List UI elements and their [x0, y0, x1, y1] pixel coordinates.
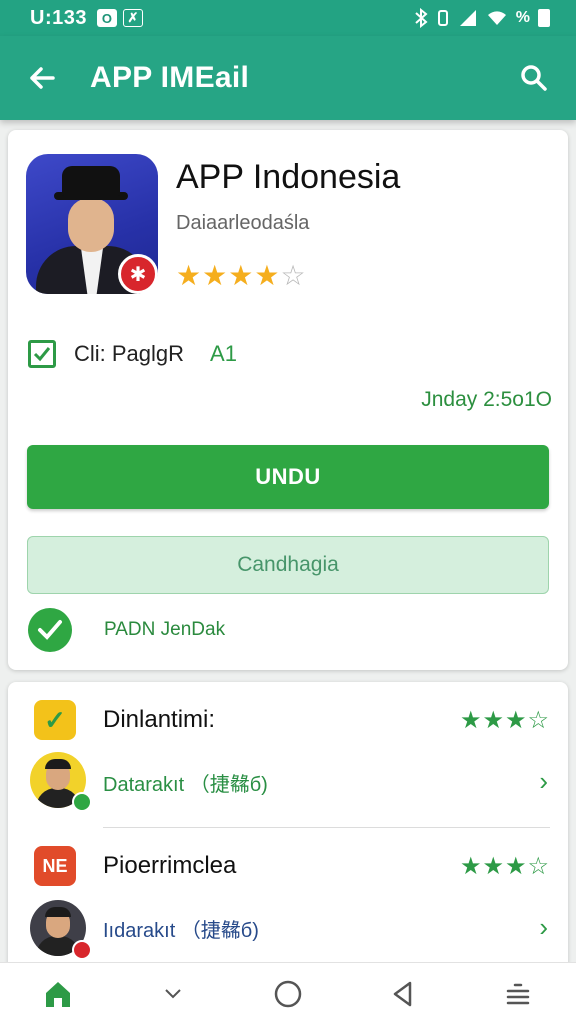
star-icon: ★	[176, 260, 202, 291]
secondary-button[interactable]: Candhagia	[27, 536, 549, 594]
permission-row[interactable]: Cli: PaglgR A1	[28, 340, 237, 368]
notification-icon: O	[96, 9, 117, 27]
back-arrow-icon[interactable]	[22, 58, 62, 98]
rating-stars: ★ ★ ★ ★ ☆	[176, 262, 306, 290]
chevron-right-icon[interactable]: ›	[539, 912, 548, 943]
install-button[interactable]: UNDU	[27, 445, 549, 509]
list-item-title: Dinlantimi:	[103, 706, 216, 733]
signal-icon	[459, 10, 476, 26]
tools-badge-icon: ✱	[118, 254, 158, 294]
star-icon: ★	[228, 260, 254, 291]
list-item[interactable]: ✓ Dinlantimi: ★★★☆ Datarakıt （捷㣈б) ›	[8, 682, 568, 827]
vibrate-icon	[437, 10, 448, 26]
list-item-title: Pioerrimclea	[103, 852, 237, 879]
chevron-down-icon[interactable]	[143, 969, 203, 1019]
recents-icon[interactable]	[488, 969, 548, 1019]
app-icon: NE	[34, 846, 76, 886]
checkbox-label: Cli: PaglgR	[74, 341, 185, 366]
related-apps-card: ✓ Dinlantimi: ★★★☆ Datarakıt （捷㣈б) › NE …	[8, 682, 568, 972]
app-detail-card: ✱ APP Indonesia Daiaarleodaśla ★ ★ ★ ★ ☆…	[8, 130, 568, 670]
list-item-stars: ★★★☆	[459, 853, 550, 880]
status-badge-icon	[72, 940, 92, 960]
search-icon[interactable]	[514, 58, 554, 98]
app-bar-title: APP IMEail	[90, 61, 250, 94]
status-bar: U:133 O ✗ %	[0, 0, 576, 36]
navigation-bar	[0, 962, 576, 1024]
app-bar: APP IMEail	[0, 36, 576, 120]
notification-icons: O ✗	[96, 9, 143, 27]
bluetooth-icon	[415, 8, 428, 28]
star-icon: ★	[202, 260, 228, 291]
check-circle-icon	[28, 608, 72, 652]
update-date: Jnday 2:5o1O	[421, 388, 552, 411]
app-name: APP Indonesia	[176, 158, 401, 196]
checkbox[interactable]	[28, 340, 56, 368]
list-item-subtitle: Datarakıt （捷㣈б)	[103, 774, 268, 796]
home-icon[interactable]	[28, 969, 88, 1019]
list-item[interactable]: NE Pioerrimclea ★★★☆ Iıdarakıt （捷㣈б) ›	[8, 828, 568, 972]
status-row: PADN JenDak	[28, 608, 225, 652]
wifi-icon	[487, 11, 506, 25]
back-triangle-icon[interactable]	[373, 969, 433, 1019]
star-outline-icon: ☆	[280, 260, 306, 291]
battery-percent: %	[515, 9, 530, 26]
notification-icon: ✗	[122, 9, 143, 27]
chevron-right-icon[interactable]: ›	[539, 766, 548, 797]
status-time: U:133	[30, 6, 87, 29]
list-item-subtitle: Iıdarakıt （捷㣈б)	[103, 920, 259, 942]
battery-icon	[538, 9, 550, 27]
app-developer: Daiaarleodaśla	[176, 212, 310, 234]
list-item-stars: ★★★☆	[459, 707, 550, 734]
system-icons: %	[414, 8, 550, 28]
online-badge-icon	[72, 792, 92, 812]
home-circle-icon[interactable]	[258, 969, 318, 1019]
app-icon: ✓	[34, 700, 76, 740]
age-rating-badge: A1	[210, 341, 237, 366]
status-label: PADN JenDak	[104, 619, 226, 640]
star-icon: ★	[254, 260, 280, 291]
